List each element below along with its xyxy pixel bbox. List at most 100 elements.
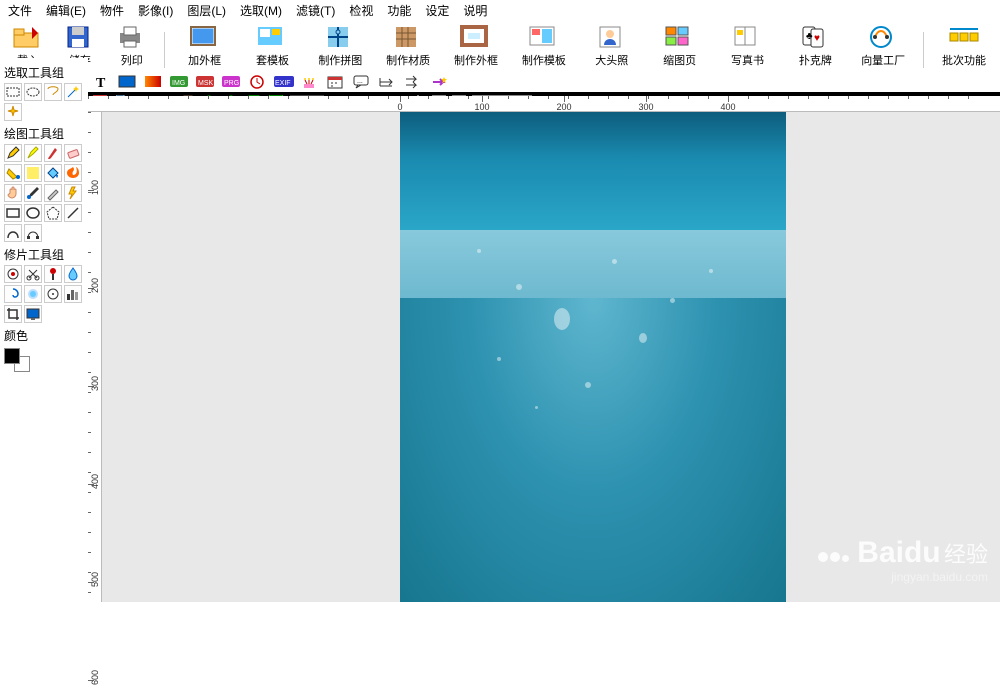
thumbnail-button[interactable]: 缩图页 (650, 23, 710, 68)
tool-poly[interactable] (44, 204, 62, 222)
tool-pin[interactable] (44, 265, 62, 283)
speech-button[interactable]: ... (352, 74, 372, 90)
tool-drop[interactable] (64, 265, 82, 283)
toolbar-label: 套模板 (256, 52, 289, 68)
secondary-toolbar: T IMG MSK PRG EXIF... (0, 72, 1000, 92)
svg-text:EXIF: EXIF (275, 80, 291, 87)
arrow2-button[interactable] (404, 74, 424, 90)
tool-levels[interactable] (64, 285, 82, 303)
watermark-sub: 经验 (944, 542, 988, 567)
tool-wand[interactable] (64, 83, 82, 101)
batch-icon (948, 23, 980, 51)
group-retouch-title: 修片工具组 (4, 246, 84, 263)
gradient-button[interactable] (144, 74, 164, 90)
menu-image[interactable]: 影像(I) (138, 2, 173, 19)
tool-redeye[interactable] (4, 265, 22, 283)
tool-curve[interactable] (4, 224, 22, 242)
toolbar-label: 大头照 (595, 52, 628, 68)
toolbar-label: 向量工厂 (861, 52, 905, 68)
menu-settings[interactable]: 设定 (425, 2, 449, 19)
book-icon (731, 23, 763, 51)
group-color-title: 颜色 (4, 327, 84, 344)
tool-bolt[interactable] (64, 184, 82, 202)
tool-eyedrop[interactable] (24, 184, 42, 202)
svg-text:...: ... (357, 78, 363, 85)
material-button[interactable]: 制作材质 (378, 23, 438, 68)
tool-anchor[interactable] (24, 224, 42, 242)
vector-icon (867, 23, 899, 51)
tool-ellipse[interactable] (24, 83, 42, 101)
template-button[interactable]: 套模板 (243, 23, 303, 68)
tool-sparkle[interactable] (4, 103, 22, 121)
puzzle-button[interactable]: 制作拼图 (310, 23, 370, 68)
print-button[interactable]: 列印 (110, 23, 154, 68)
mktemplate-icon (528, 23, 560, 51)
T-button[interactable]: T (92, 74, 112, 90)
screen-button[interactable] (118, 74, 138, 90)
svg-text:T: T (96, 76, 106, 90)
toolbar-label: 列印 (121, 52, 143, 68)
PRG-button[interactable]: PRG (222, 74, 242, 90)
tool-scissors[interactable] (24, 265, 42, 283)
frame-icon (189, 23, 221, 51)
cake-button[interactable] (300, 74, 320, 90)
tool-yellow[interactable] (24, 164, 42, 182)
menu-help[interactable]: 说明 (463, 2, 487, 19)
tool-screen2[interactable] (24, 305, 42, 323)
toolbar-label: 制作材质 (386, 52, 430, 68)
poker-button[interactable]: ♣♥扑克牌 (785, 23, 845, 68)
EXIF-button[interactable]: EXIF (274, 74, 294, 90)
tool-fill[interactable] (44, 164, 62, 182)
tool-flood[interactable] (4, 164, 22, 182)
menu-select[interactable]: 选取(M) (240, 2, 282, 19)
tool-highlighter[interactable] (24, 144, 42, 162)
vector-button[interactable]: 向量工厂 (853, 23, 913, 68)
tool-eraser[interactable] (64, 144, 82, 162)
IMG-button[interactable]: IMG (170, 74, 190, 90)
tool-spot[interactable] (44, 285, 62, 303)
group-select-title: 选取工具组 (4, 64, 84, 81)
tool-blur[interactable] (24, 285, 42, 303)
tool-brush[interactable] (44, 144, 62, 162)
arrows-button[interactable] (378, 74, 398, 90)
calendar-button[interactable] (326, 74, 346, 90)
menu-object[interactable]: 物件 (100, 2, 124, 19)
tool-rect-marquee[interactable] (4, 83, 22, 101)
watermark: Baidu 经验 jingyan.baidu.com (817, 536, 988, 584)
menu-edit[interactable]: 编辑(E) (46, 2, 86, 19)
addframe-button[interactable]: 加外框 (175, 23, 235, 68)
svg-text:♣: ♣ (806, 31, 813, 42)
canvas-area[interactable] (102, 112, 1000, 602)
watermark-brand: Baidu (857, 536, 940, 569)
watermark-url: jingyan.baidu.com (817, 570, 988, 584)
tool-rect[interactable] (4, 204, 22, 222)
makeframe-button[interactable]: 制作外框 (446, 23, 506, 68)
star-arrow-button[interactable] (430, 74, 450, 90)
clock-button[interactable] (248, 74, 268, 90)
menu-file[interactable]: 文件 (8, 2, 32, 19)
tool-hand[interactable] (4, 184, 22, 202)
toolbar-label: 制作模板 (522, 52, 566, 68)
tool-lasso[interactable] (44, 83, 62, 101)
menu-layer[interactable]: 图层(L) (187, 2, 226, 19)
menu-function[interactable]: 功能 (387, 2, 411, 19)
tool-crop[interactable] (4, 305, 22, 323)
tool-knife[interactable] (44, 184, 62, 202)
tool-line[interactable] (64, 204, 82, 222)
tool-pencil[interactable] (4, 144, 22, 162)
maketemplate-button[interactable]: 制作模板 (514, 23, 574, 68)
tool-panel: 选取工具组 绘图工具组 修片工具组 颜色 (0, 58, 88, 374)
idphoto-button[interactable]: 大头照 (582, 23, 642, 68)
MSK-button[interactable]: MSK (196, 74, 216, 90)
menu-filter[interactable]: 滤镜(T) (296, 2, 335, 19)
svg-text:IMG: IMG (172, 80, 185, 87)
tool-circle[interactable] (24, 204, 42, 222)
menu-view[interactable]: 检视 (349, 2, 373, 19)
tool-fire[interactable] (64, 164, 82, 182)
batch-button[interactable]: 批次功能 (934, 23, 994, 68)
tool-whirl[interactable] (4, 285, 22, 303)
writebook-button[interactable]: 写真书 (718, 23, 778, 68)
color-picker[interactable] (4, 348, 32, 372)
toolbar-label: 制作拼图 (318, 52, 362, 68)
thumb-icon (664, 23, 696, 51)
